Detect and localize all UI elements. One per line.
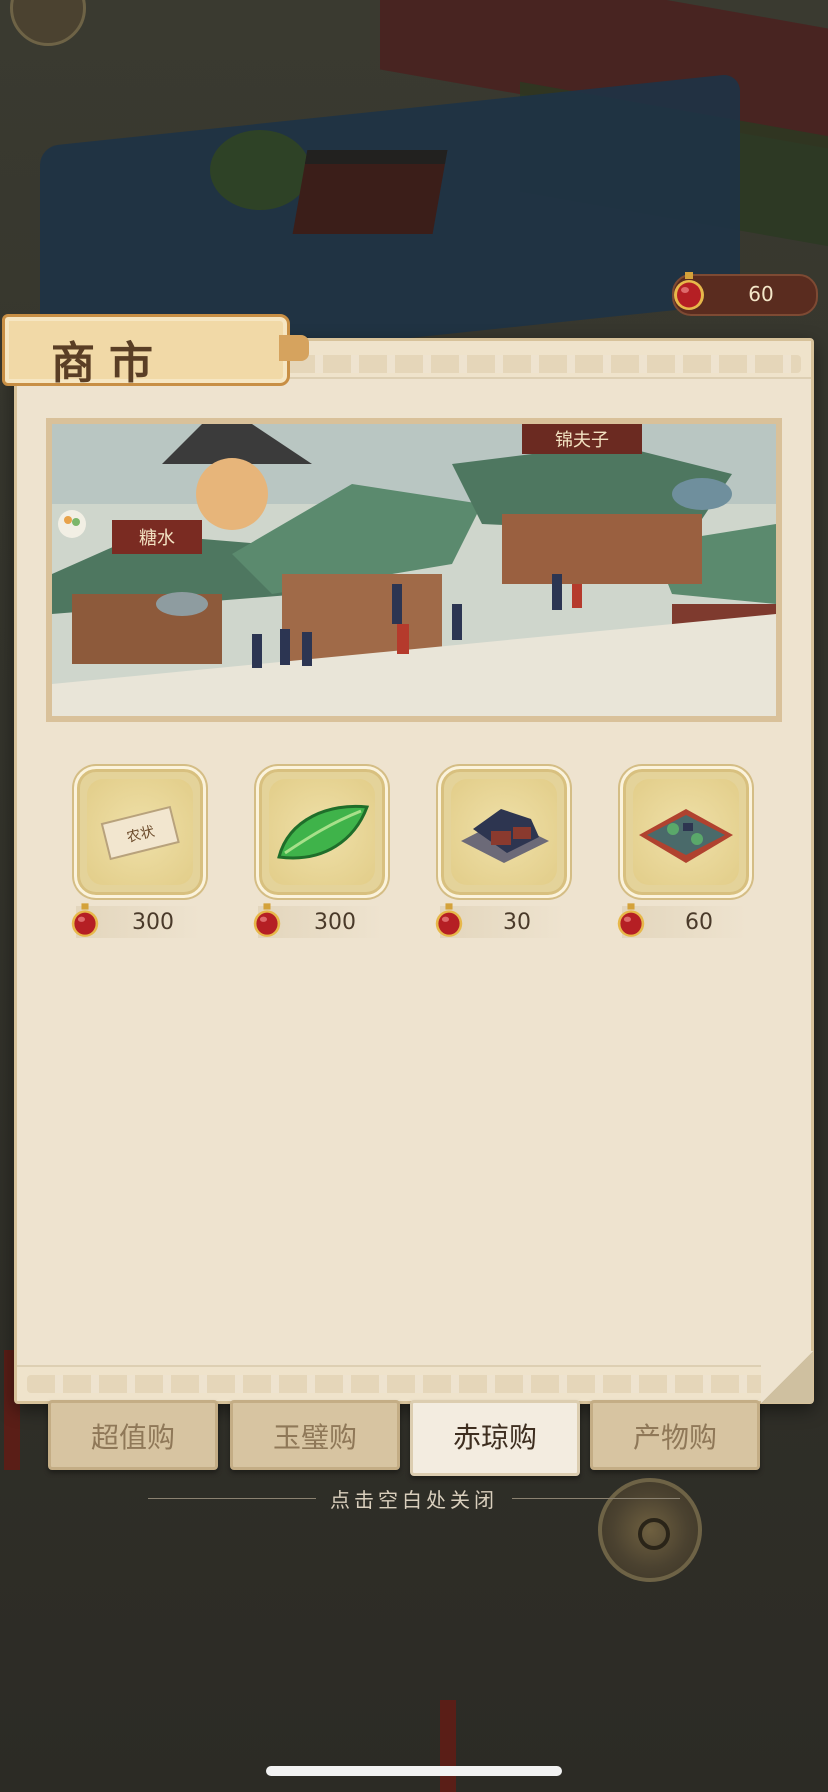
item-price: 30 xyxy=(435,903,564,938)
price-value: 30 xyxy=(503,910,531,935)
tab-label: 超值购 xyxy=(90,1421,175,1454)
item-tile[interactable] xyxy=(256,766,388,898)
item-price: 60 xyxy=(617,903,746,938)
red-jade-gem-icon xyxy=(252,903,286,941)
item-tile[interactable]: 农状 xyxy=(74,766,206,898)
currency-counter: 60 xyxy=(672,272,818,316)
item-price: 300 xyxy=(71,903,200,938)
red-jade-gem-icon xyxy=(616,903,650,941)
tab-label: 产物购 xyxy=(632,1421,717,1454)
garden-courtyard-icon xyxy=(633,809,739,889)
page-curl xyxy=(761,1351,813,1403)
green-leaf-icon xyxy=(269,804,375,889)
shop-sign-left: 糖水 xyxy=(139,528,175,549)
item-tile[interactable] xyxy=(438,766,570,898)
license-scroll-icon: 农状 xyxy=(87,805,193,889)
item-price: 300 xyxy=(253,903,382,938)
shop-items: 农状 300 300 30 60 xyxy=(70,766,760,956)
currency-value: 60 xyxy=(748,282,774,306)
market-illustration: 糖水 锦夫子 xyxy=(46,418,782,722)
tab-jade-buy[interactable]: 玉璧购 xyxy=(230,1400,400,1470)
pine-tree xyxy=(210,130,310,210)
tab-label: 玉璧购 xyxy=(272,1421,357,1454)
gate-post xyxy=(440,1700,456,1792)
tab-red-jade-buy[interactable]: 赤琼购 xyxy=(410,1400,580,1476)
price-value: 300 xyxy=(314,910,356,935)
item-tile[interactable] xyxy=(620,766,752,898)
courtyard-building-icon xyxy=(451,809,557,889)
red-jade-gem-icon xyxy=(672,272,706,310)
pavilion xyxy=(292,150,448,234)
home-indicator[interactable] xyxy=(266,1766,562,1776)
tab-label: 赤琼购 xyxy=(452,1421,537,1454)
title-banner: 商市 xyxy=(2,314,309,389)
panel-bottom-frame xyxy=(17,1365,811,1401)
price-value: 60 xyxy=(685,910,713,935)
shop-sign-right: 锦夫子 xyxy=(555,430,609,451)
tab-produce-buy[interactable]: 产物购 xyxy=(590,1400,760,1470)
page-title: 商市 xyxy=(51,338,167,389)
red-jade-gem-icon xyxy=(434,903,468,941)
close-hint: 点击空白处关闭 xyxy=(330,1488,498,1512)
tab-value-buy[interactable]: 超值购 xyxy=(48,1400,218,1470)
price-value: 300 xyxy=(132,910,174,935)
red-jade-gem-icon xyxy=(70,903,104,941)
